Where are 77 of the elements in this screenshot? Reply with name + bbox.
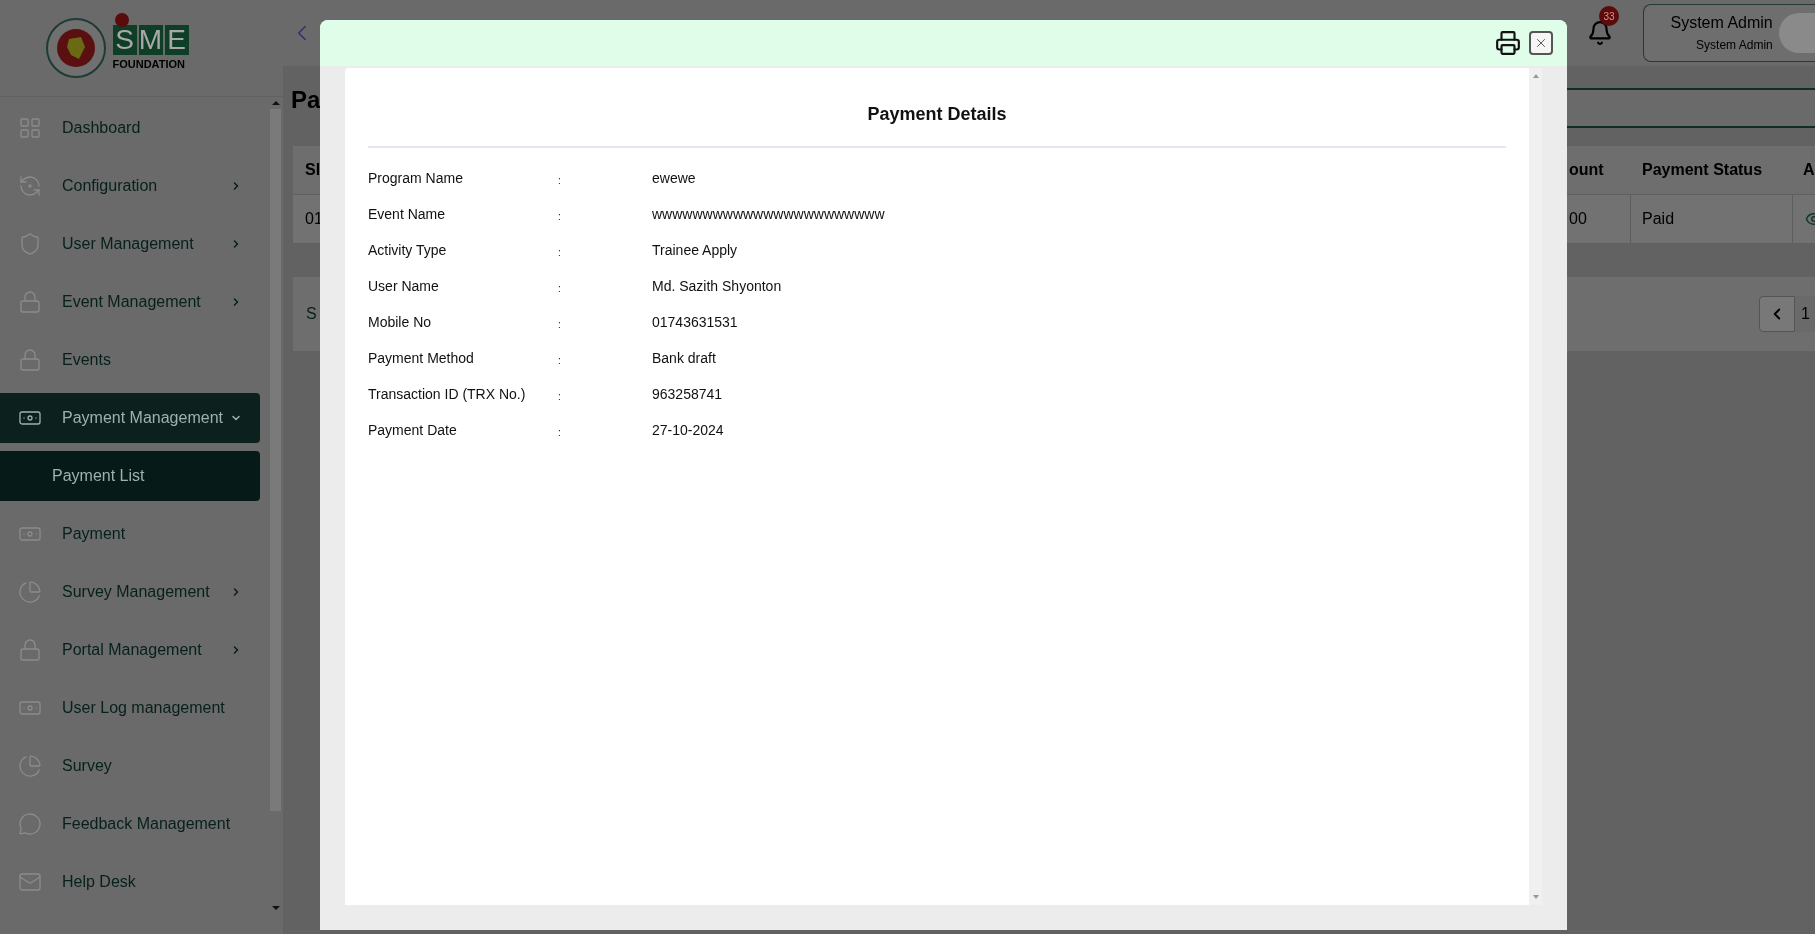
bell-icon[interactable] <box>1587 20 1613 46</box>
field-label: User Name <box>368 276 440 296</box>
lock-icon <box>18 290 42 314</box>
close-icon <box>1534 36 1548 50</box>
lock-icon <box>18 638 42 662</box>
field-label: Program Name <box>368 168 464 188</box>
shield-icon <box>18 232 42 256</box>
sidebar-item[interactable]: Dashboard <box>0 103 260 153</box>
page-title: Pa <box>291 85 322 115</box>
sidebar-item[interactable]: Events <box>0 335 260 385</box>
mail-icon <box>18 870 42 894</box>
user-card[interactable]: System Admin System Admin <box>1643 4 1815 62</box>
page-button[interactable]: 1 <box>1795 296 1815 332</box>
grid-icon <box>18 116 42 140</box>
sidebar-item[interactable]: Event Management <box>0 277 260 327</box>
chat-icon <box>18 812 42 836</box>
column-header: Payment Status <box>1641 160 1764 180</box>
field-separator: : <box>558 353 562 368</box>
scroll-up-icon[interactable] <box>271 101 280 105</box>
field-label: Payment Method <box>368 348 475 368</box>
table-cell: Paid <box>1631 195 1793 243</box>
dialog-title: Payment Details <box>866 103 1008 126</box>
sidebar-item[interactable]: Survey <box>0 741 260 791</box>
sidebar-item[interactable]: Help Desk <box>0 857 260 907</box>
sidebar-item[interactable]: Payment <box>0 509 260 559</box>
field-separator: : <box>558 425 562 440</box>
logo-letter: E <box>164 25 189 55</box>
field-label: Payment Date <box>368 420 458 440</box>
logo-letter: M <box>138 25 163 55</box>
field-label: Activity Type <box>368 240 448 260</box>
scroll-up-icon[interactable] <box>1532 74 1539 78</box>
field-value: Trainee Apply <box>652 240 738 260</box>
field-value: Md. Sazith Shyonton <box>652 276 782 296</box>
footer-text: S <box>305 304 317 324</box>
pie-chart-icon <box>18 754 42 778</box>
field-separator: : <box>558 317 562 332</box>
pie-chart-icon <box>18 580 42 604</box>
previous-page-button[interactable] <box>1759 296 1795 332</box>
field-value: 27-10-2024 <box>652 420 724 440</box>
arrows-icon <box>18 174 42 198</box>
print-icon[interactable] <box>1495 30 1521 56</box>
scroll-down-icon[interactable] <box>1532 895 1539 899</box>
field-label: Event Name <box>368 204 447 224</box>
column-header: A <box>1802 160 1815 180</box>
sidebar-item[interactable]: User Log management <box>0 683 260 733</box>
user-role: System Admin <box>1696 37 1773 53</box>
column-header: ount <box>1568 160 1605 180</box>
field-label: Mobile No <box>368 312 433 332</box>
column-header: Sl <box>304 160 322 180</box>
close-button[interactable] <box>1529 31 1553 55</box>
field-separator: : <box>558 281 562 296</box>
notification-badge: 33 <box>1599 6 1619 26</box>
sidebar-item[interactable]: User Management <box>0 219 260 269</box>
logo-letter: S <box>112 25 137 55</box>
table-cell-text: 01 <box>304 209 324 229</box>
avatar <box>1778 13 1815 53</box>
field-value: ewewe <box>652 168 696 188</box>
field-value: wwwwwwwwwwwwwwwwwwwwwww <box>652 204 885 224</box>
sidebar-item[interactable]: Payment Management <box>0 393 260 443</box>
sidebar-item[interactable]: Portal Management <box>0 625 260 675</box>
field-separator: : <box>558 209 562 224</box>
emblem-icon <box>44 17 107 79</box>
sidebar-item[interactable]: Survey Management <box>0 567 260 617</box>
logo-caption: FOUNDATION <box>112 57 185 71</box>
field-value: Bank draft <box>652 348 716 368</box>
field-value: 01743631531 <box>652 312 738 332</box>
sidebar-subitem[interactable]: Payment List <box>0 451 260 501</box>
field-separator: : <box>558 245 562 260</box>
field-label: Transaction ID (TRX No.) <box>368 384 527 404</box>
field-value: 963258741 <box>652 384 723 404</box>
sidebar-item[interactable]: Configuration <box>0 161 260 211</box>
field-separator: : <box>558 389 562 404</box>
sidebar-item[interactable]: Feedback Management <box>0 799 260 849</box>
field-separator: : <box>558 173 562 188</box>
scroll-down-icon[interactable] <box>271 906 280 910</box>
lock-icon <box>18 348 42 372</box>
user-name: System Admin <box>1670 13 1773 33</box>
